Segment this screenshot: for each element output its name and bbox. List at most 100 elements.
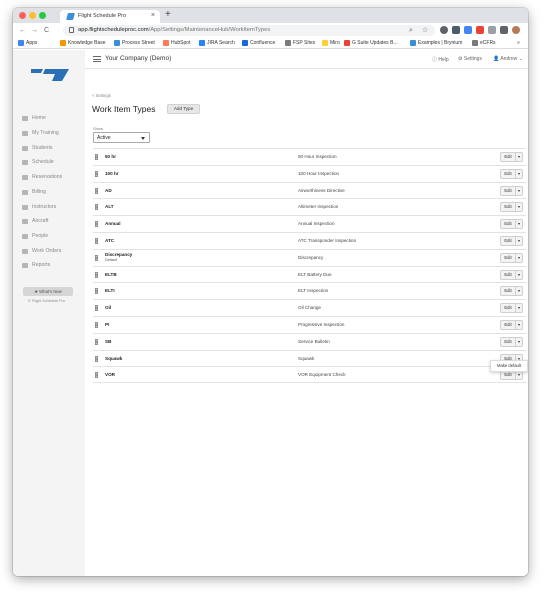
edit-button-group: Edit [500,336,523,347]
sidebar-item-billing[interactable]: Billing [22,189,46,195]
drag-handle-icon[interactable] [95,338,98,345]
bookmark-item[interactable]: G Suite Updates B... [344,40,398,46]
bookmark-item[interactable]: Knowledge Base [60,40,106,46]
bookmark-item[interactable]: Confluence [242,40,275,46]
help-link[interactable]: ⓘ Help [432,56,449,63]
chevron-down-icon[interactable] [516,220,523,228]
bookmarks-more[interactable]: » [517,40,520,46]
tab-close-icon[interactable]: × [151,12,155,20]
make-default-menu-item[interactable]: Make default [490,360,528,372]
edit-button[interactable]: Edit [501,270,516,279]
edit-button[interactable]: Edit [501,153,516,161]
chevron-down-icon[interactable] [516,153,523,161]
bookmark-apps[interactable]: Apps [18,40,37,46]
drag-handle-icon[interactable] [95,187,98,194]
bookmark-folder[interactable]: eCFRs [472,40,496,46]
whats-new-button[interactable]: ★ What's New [23,287,73,296]
people-icon [22,233,28,239]
sidebar-item-work-orders[interactable]: Work Orders [22,248,61,254]
chevron-down-icon[interactable] [516,371,523,379]
bookmark-item[interactable]: JIRA Search [199,40,235,46]
drag-handle-icon[interactable] [95,170,98,177]
edit-button[interactable]: Edit [501,169,516,178]
close-window-button[interactable] [19,12,26,19]
breadcrumb[interactable]: < Settings [92,93,111,98]
table-row: ELTI ELT Inspection Edit [93,282,526,299]
chevron-down-icon[interactable] [516,254,523,262]
sidebar-item-reports[interactable]: Reports [22,262,50,268]
back-icon[interactable]: ← [19,26,26,35]
sidebar-item-aircraft[interactable]: Aircraft [22,218,48,224]
drag-handle-icon[interactable] [95,204,98,211]
drag-handle-icon[interactable] [95,254,98,261]
chevron-down-icon[interactable] [516,287,523,295]
sidebar-item-instructors[interactable]: Instructors [22,204,56,210]
chevron-down-icon[interactable] [516,203,523,211]
sidebar-item-schedule[interactable]: Schedule [22,159,54,165]
edit-button[interactable]: Edit [501,220,516,229]
chevron-down-icon[interactable] [516,237,523,245]
extension-icon[interactable] [476,26,484,34]
edit-button[interactable]: Edit [501,337,516,346]
add-type-button[interactable]: Add Type [167,104,200,114]
edit-button[interactable]: Edit [501,371,516,380]
maximize-window-button[interactable] [39,12,46,19]
edit-button[interactable]: Edit [501,287,516,296]
browser-tab[interactable]: Flight Schedule Pro × [60,10,160,23]
menu-icon[interactable] [93,56,101,62]
show-select[interactable]: Active [93,132,150,143]
sidebar-item-reservations[interactable]: Reservations [22,174,62,180]
chevron-down-icon[interactable] [516,271,523,279]
drag-handle-icon[interactable] [95,355,98,362]
drag-handle-icon[interactable] [95,237,98,244]
user-menu[interactable]: 👤 Andrew ⌄ [493,56,523,62]
settings-link[interactable]: ⚙ Settings [458,56,482,62]
edit-button[interactable]: Edit [501,236,516,245]
star-icon[interactable]: ☆ [422,26,428,35]
edit-button[interactable]: Edit [501,186,516,195]
chevron-down-icon[interactable] [516,170,523,178]
edit-button[interactable]: Edit [501,253,516,262]
edit-button-group: Edit [500,269,523,280]
drag-handle-icon[interactable] [95,154,98,160]
sidebar-item-people[interactable]: People [22,233,48,239]
search-icon[interactable]: ⌕ [409,26,413,35]
new-tab-button[interactable]: + [165,10,171,20]
minimize-window-button[interactable] [29,12,36,19]
edit-button[interactable]: Edit [501,320,516,329]
edit-button[interactable]: Edit [501,304,516,313]
bookmark-folder[interactable]: FSP Sites [285,40,315,46]
chevron-down-icon[interactable] [516,304,523,312]
chevron-down-icon[interactable] [516,321,523,329]
puzzle-icon[interactable] [500,26,508,34]
bookmark-item[interactable]: Miro [322,40,340,46]
url-text: app.flightscheduleproc.com/App/Settings/… [78,27,271,33]
extension-icon[interactable] [452,26,460,34]
avatar[interactable] [512,26,520,34]
default-label: Default [105,257,118,262]
chevron-down-icon[interactable] [516,338,523,346]
drag-handle-icon[interactable] [95,305,98,312]
drag-handle-icon[interactable] [95,372,98,379]
drag-handle-icon[interactable] [95,321,98,328]
bookmark-item[interactable]: Process Street [114,40,155,46]
type-description: Annual Inspection [298,221,335,227]
drag-handle-icon[interactable] [95,221,98,228]
sidebar-item-students[interactable]: Students [22,145,52,151]
table-row: Annual Annual Inspection Edit [93,215,526,232]
drag-handle-icon[interactable] [95,271,98,278]
forward-icon[interactable]: → [31,26,38,35]
extension-icon[interactable] [440,26,448,34]
bookmark-item[interactable]: HubSpot [163,40,190,46]
sidebar-item-home[interactable]: Home [22,115,46,121]
reload-icon[interactable]: C [44,26,49,35]
edit-button[interactable]: Edit [501,203,516,212]
app-header: Your Company (Demo) ⓘ Help ⚙ Settings 👤 … [85,50,528,69]
extension-icon[interactable] [488,26,496,34]
drag-handle-icon[interactable] [95,288,98,295]
sidebar-item-my-training[interactable]: My Training [22,130,59,136]
bookmark-item[interactable]: Examples | Brynium [410,40,462,46]
extension-icon[interactable] [464,26,472,34]
address-bar[interactable]: app.flightscheduleproc.com/App/Settings/… [63,25,435,36]
chevron-down-icon[interactable] [516,187,523,195]
